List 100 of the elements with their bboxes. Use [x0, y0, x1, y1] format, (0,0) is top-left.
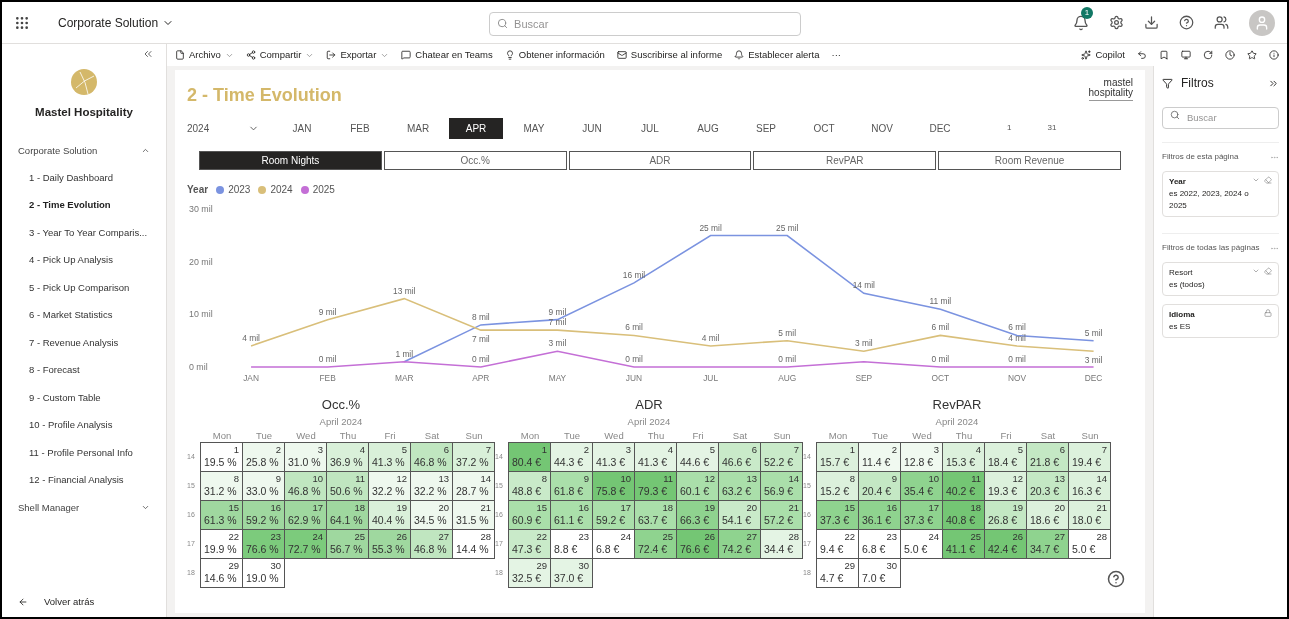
app-launcher-icon[interactable]	[14, 14, 30, 31]
data-label: 4 mil	[701, 333, 720, 343]
favorite-icon[interactable]	[1247, 50, 1257, 60]
view-icon[interactable]	[1181, 50, 1191, 60]
calendar-cell: 10 46.8 %	[284, 471, 327, 501]
toolbar-button[interactable]: Chatear en Teams	[401, 47, 493, 63]
refresh-icon[interactable]	[1203, 50, 1213, 60]
nav-item[interactable]: 3 - Year To Year Comparis...	[2, 219, 166, 247]
toolbar-button[interactable]: Obtener información	[504, 47, 605, 63]
x-tick-label: MAY	[548, 372, 567, 383]
calendar-month: April 2024	[627, 414, 671, 429]
calendar-cell: 6 46.6 €	[718, 442, 761, 472]
calendar-cell: 3 31.0 %	[284, 442, 327, 472]
toolbar-button[interactable]: Establecer alerta	[734, 47, 820, 63]
workspace-dropdown[interactable]: Corporate Solution	[58, 13, 175, 32]
people-icon[interactable]	[1214, 15, 1229, 30]
filter-card[interactable]: Idioma es ES	[1162, 304, 1279, 338]
nav-item[interactable]: 5 - Pick Up Comparison	[2, 274, 166, 302]
metric-tab[interactable]: ADR	[568, 151, 752, 170]
calendar-cell: 11 50.6 %	[326, 471, 369, 501]
download-icon[interactable]	[1144, 15, 1159, 30]
month-button[interactable]: MAR	[391, 117, 445, 139]
nav-item[interactable]: 7 - Revenue Analysis	[2, 329, 166, 357]
month-button[interactable]: NOV	[855, 117, 909, 139]
metric-tab[interactable]: Room Nights	[199, 151, 382, 170]
calendar-cell: 26 55.3 %	[368, 529, 411, 559]
nav-item[interactable]: 11 - Profile Personal Info	[2, 439, 166, 467]
month-button[interactable]: JUN	[565, 117, 619, 139]
copilot-button[interactable]: Copilot	[1081, 47, 1125, 63]
month-button[interactable]: FEB	[333, 117, 387, 139]
metric-tab[interactable]: Room Revenue	[938, 151, 1121, 170]
weekday-label: Fri	[691, 428, 705, 443]
calendar-cell: 20 18.6 €	[1026, 500, 1069, 530]
calendar-cell: 27 46.8 %	[410, 529, 453, 559]
nav-item[interactable]: 1 - Daily Dashboard	[2, 164, 166, 192]
notification-icon[interactable]	[1073, 14, 1089, 31]
calendar-cell: 5 18.4 €	[984, 442, 1027, 472]
data-label: 0 mil	[318, 354, 337, 364]
info-icon[interactable]	[1269, 50, 1279, 60]
clock-icon[interactable]	[1225, 50, 1235, 60]
notification-badge: 1	[1081, 6, 1093, 19]
month-button[interactable]: APR	[449, 117, 503, 139]
nav-item[interactable]: 8 - Forecast	[2, 356, 166, 385]
back-link[interactable]: Volver atrás	[18, 594, 166, 609]
filter-search-field[interactable]: Buscar	[1162, 106, 1279, 129]
weekday-label: Fri	[383, 428, 397, 443]
calendar-cell: 15 37.3 €	[816, 500, 859, 530]
year-dropdown[interactable]: 2024	[187, 120, 275, 136]
nav-item[interactable]: 4 - Pick Up Analysis	[2, 246, 166, 275]
weekday-label: Mon	[519, 428, 541, 443]
calendar-cell: 28 5.0 €	[1068, 529, 1111, 559]
brand-name: Mastel Hospitality	[35, 105, 133, 120]
month-button[interactable]: JUL	[623, 117, 677, 139]
help-icon[interactable]	[1179, 15, 1194, 30]
calendar-cell: 7 37.2 %	[452, 442, 495, 472]
chat-icon	[401, 50, 412, 60]
toolbar-button[interactable]: Exportar	[326, 47, 390, 63]
toolbar-button[interactable]: Archivo	[175, 47, 234, 63]
nav-item[interactable]: 10 - Profile Analysis	[2, 411, 166, 440]
data-label: 16 mil	[622, 269, 646, 280]
data-label: 0 mil	[472, 354, 490, 364]
data-label: 7 mil	[472, 334, 490, 344]
settings-icon[interactable]	[1109, 15, 1124, 30]
help-icon[interactable]	[1107, 570, 1125, 588]
nav-section[interactable]: Shell Manager	[2, 494, 166, 522]
calendar-cell: 9 33.0 %	[242, 471, 285, 501]
calendar-cell: 11 79.3 €	[634, 471, 677, 501]
x-tick-label: OCT	[931, 372, 950, 383]
month-button[interactable]: DEC	[913, 117, 967, 139]
file-icon	[175, 50, 185, 60]
calendar-cell: 7 19.4 €	[1068, 442, 1111, 472]
metric-tab[interactable]: RevPAR	[753, 151, 937, 170]
data-label: 0 mil	[931, 354, 950, 364]
calendar-cell: 16 61.1 €	[550, 500, 593, 530]
month-button[interactable]: SEP	[739, 117, 793, 139]
nav-item[interactable]: 12 - Financial Analysis	[2, 466, 166, 495]
undo-icon[interactable]	[1137, 50, 1147, 60]
search-field[interactable]: Buscar	[489, 11, 802, 36]
data-label: 1 mil	[395, 348, 414, 359]
filter-name: Resort	[1169, 267, 1194, 279]
nav-item[interactable]: 2 - Time Evolution	[2, 191, 166, 220]
nav-item[interactable]: 9 - Custom Table	[2, 384, 166, 412]
toolbar-button[interactable]: Compartir	[245, 47, 315, 63]
calendar-cell: 21 18.0 €	[1068, 500, 1111, 530]
bookmark-icon[interactable]	[1159, 50, 1169, 60]
filter-name: Year	[1169, 176, 1187, 188]
month-button[interactable]: OCT	[797, 117, 851, 139]
month-button[interactable]: JAN	[275, 117, 329, 139]
weekday-label: Fri	[999, 428, 1013, 443]
nav-section[interactable]: Corporate Solution	[2, 137, 166, 165]
calendar-title: RevPAR	[932, 396, 982, 414]
month-button[interactable]: AUG	[681, 117, 735, 139]
metric-tab[interactable]: Occ.%	[383, 151, 567, 170]
legend-label: 2023	[228, 183, 251, 197]
collapse-icon[interactable]	[142, 48, 154, 60]
calendar-cell: 19 40.4 %	[368, 500, 411, 530]
toolbar-button[interactable]: Suscribirse al informe	[616, 47, 723, 63]
nav-item[interactable]: 6 - Market Statistics	[2, 301, 166, 330]
more-button[interactable]: ···	[831, 47, 841, 63]
month-button[interactable]: MAY	[507, 117, 561, 139]
